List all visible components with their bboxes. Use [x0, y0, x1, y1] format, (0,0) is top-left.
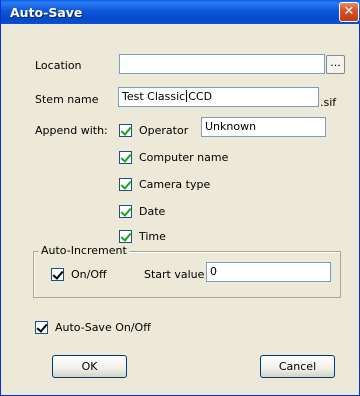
- auto-increment-onoff-checkbox[interactable]: On/Off: [51, 268, 107, 281]
- start-value-label: Start value: [144, 268, 205, 281]
- checkbox-check-icon: [119, 205, 132, 218]
- checkbox-check-icon: [119, 178, 132, 191]
- autosave-dialog: Auto-Save ✕ Location ... Stem name Test …: [0, 0, 360, 396]
- stem-extension: .sif: [320, 96, 337, 109]
- date-label: Date: [139, 205, 166, 218]
- operator-input[interactable]: Unknown: [201, 117, 326, 137]
- stem-name-value-before: Test Classic: [122, 90, 186, 103]
- close-button[interactable]: ✕: [339, 2, 359, 22]
- autosave-onoff-label: Auto-Save On/Off: [55, 321, 151, 334]
- time-label: Time: [139, 230, 166, 243]
- checkbox-check-icon: [119, 151, 132, 164]
- location-input[interactable]: [119, 54, 325, 74]
- checkbox-check-icon: [35, 321, 48, 334]
- camera-type-label: Camera type: [139, 178, 211, 191]
- browse-button[interactable]: ...: [326, 55, 345, 74]
- ellipsis-icon: ...: [330, 56, 341, 69]
- checkbox-check-icon: [51, 268, 64, 281]
- operator-checkbox[interactable]: Operator: [119, 124, 188, 137]
- autosave-onoff-checkbox[interactable]: Auto-Save On/Off: [35, 321, 151, 334]
- camera-type-checkbox[interactable]: Camera type: [119, 178, 210, 191]
- auto-increment-title: Auto-Increment: [39, 244, 129, 257]
- close-icon: ✕: [343, 4, 355, 19]
- computer-name-checkbox[interactable]: Computer name: [119, 151, 228, 164]
- computer-name-label: Computer name: [139, 151, 229, 164]
- checkbox-check-icon: [119, 124, 132, 137]
- window-title: Auto-Save: [10, 5, 83, 20]
- stem-name-label: Stem name: [35, 93, 99, 106]
- stem-name-input[interactable]: Test Classic CCD: [118, 87, 319, 107]
- stem-name-value-after: CCD: [188, 90, 213, 103]
- time-checkbox[interactable]: Time: [119, 230, 166, 243]
- auto-increment-onoff-label: On/Off: [71, 268, 107, 281]
- cancel-button[interactable]: Cancel: [260, 355, 335, 378]
- date-checkbox[interactable]: Date: [119, 205, 165, 218]
- ok-button[interactable]: OK: [52, 355, 127, 378]
- checkbox-check-icon: [119, 230, 132, 243]
- title-bar[interactable]: Auto-Save ✕: [1, 0, 360, 24]
- append-with-label: Append with:: [35, 124, 108, 137]
- start-value-input[interactable]: 0: [206, 262, 331, 282]
- operator-label: Operator: [139, 124, 189, 137]
- location-label: Location: [35, 59, 82, 72]
